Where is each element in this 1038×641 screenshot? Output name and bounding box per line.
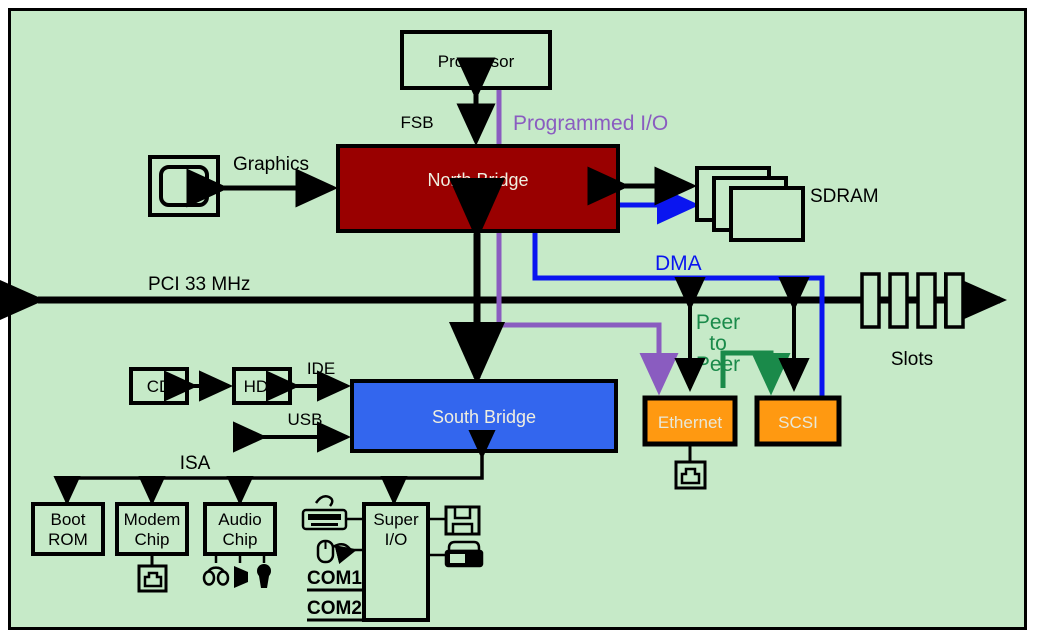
printer-paper bbox=[450, 554, 465, 563]
hdd-label: HDD bbox=[244, 377, 281, 396]
cd-block[interactable]: CD bbox=[129, 367, 189, 405]
isa-label: ISA bbox=[180, 453, 211, 474]
microphone-icon bbox=[257, 564, 271, 588]
mic-head bbox=[257, 564, 271, 578]
modem-chip-block[interactable]: Modem Chip bbox=[115, 502, 189, 556]
diagram-root: PCI 33 MHz Programmed I/O DMA Peer to Pe… bbox=[0, 0, 1038, 641]
fsb-connector: FSB bbox=[400, 57, 496, 146]
mouse-icon bbox=[316, 539, 335, 564]
rj11-jack-icon bbox=[137, 564, 168, 593]
headphones-cup-right bbox=[216, 570, 230, 586]
audio-chip-label-2: Chip bbox=[223, 530, 258, 549]
keyboard-keys bbox=[308, 514, 341, 520]
sdram-module-3[interactable] bbox=[729, 186, 805, 242]
rj45-jack-icon bbox=[674, 460, 707, 490]
audio-chip-block[interactable]: Audio Chip bbox=[203, 502, 277, 556]
ethernet-block[interactable]: Ethernet bbox=[642, 395, 738, 447]
floppy-shutter bbox=[453, 505, 472, 520]
boot-rom-label-2: ROM bbox=[48, 530, 88, 549]
south-bridge-label: South Bridge bbox=[432, 407, 536, 427]
mouse-cable bbox=[332, 543, 358, 564]
modem-chip-label-1: Modem bbox=[124, 510, 181, 529]
keyboard-icon bbox=[301, 495, 348, 531]
monitor-icon[interactable] bbox=[148, 155, 220, 217]
com1-label: COM1 bbox=[307, 568, 362, 589]
slots-group[interactable]: Slots bbox=[860, 272, 965, 370]
slot-4[interactable] bbox=[944, 272, 965, 329]
slot-3[interactable] bbox=[916, 272, 937, 329]
com2-label: COM2 bbox=[307, 598, 362, 619]
graphics-connector: Graphics bbox=[186, 154, 338, 208]
processor-label: Processor bbox=[438, 52, 515, 71]
usb-label: USB bbox=[288, 410, 323, 429]
slot-1[interactable] bbox=[860, 272, 881, 329]
floppy-label-area bbox=[451, 522, 474, 536]
programmed-io-path: Programmed I/O bbox=[496, 84, 679, 396]
cd-label: CD bbox=[147, 377, 172, 396]
ide-label: IDE bbox=[307, 359, 335, 378]
super-io-block[interactable]: Super I/O bbox=[362, 502, 430, 622]
peer-to-peer-label-1: Peer bbox=[696, 311, 740, 334]
graphics-label: Graphics bbox=[233, 154, 309, 175]
processor-block[interactable]: Processor bbox=[400, 30, 552, 90]
isa-bus-line bbox=[67, 429, 496, 480]
slot-2[interactable] bbox=[888, 272, 909, 329]
pci-bus: PCI 33 MHz bbox=[0, 272, 1007, 328]
peer-to-peer-label-3: Peer bbox=[696, 353, 740, 376]
peer-to-peer-label-2: to bbox=[709, 332, 727, 355]
slots-label: Slots bbox=[891, 349, 933, 370]
sdram-block[interactable]: SDRAM bbox=[695, 166, 879, 242]
chipset-diagram: PCI 33 MHz Programmed I/O DMA Peer to Pe… bbox=[0, 30, 1007, 622]
boot-rom-block[interactable]: Boot ROM bbox=[31, 502, 105, 556]
mic-body bbox=[259, 576, 269, 588]
com2-port[interactable]: COM2 bbox=[307, 598, 364, 622]
speaker-icon bbox=[234, 566, 248, 588]
fsb-label: FSB bbox=[400, 113, 433, 132]
ide-connector: IDE bbox=[266, 359, 351, 402]
pci-bus-label: PCI 33 MHz bbox=[148, 274, 250, 295]
super-io-label-2: I/O bbox=[385, 530, 408, 549]
com1-port[interactable]: COM1 bbox=[307, 568, 364, 592]
sdram-label: SDRAM bbox=[810, 186, 879, 207]
north-bridge-block[interactable]: North Bridge bbox=[336, 144, 620, 233]
boot-rom-label-1: Boot bbox=[51, 510, 86, 529]
super-io-label-1: Super bbox=[373, 510, 419, 529]
speaker-cone bbox=[234, 566, 248, 588]
ethernet-label: Ethernet bbox=[658, 413, 723, 432]
usb-connector: USB bbox=[233, 410, 351, 453]
scsi-label: SCSI bbox=[778, 413, 818, 432]
isa-bus: ISA bbox=[53, 429, 496, 506]
keyboard-cable bbox=[314, 495, 334, 507]
printer-icon bbox=[444, 540, 484, 568]
monitor-screen bbox=[159, 165, 209, 207]
headphones-icon bbox=[202, 566, 230, 586]
modem-chip-label-2: Chip bbox=[135, 530, 170, 549]
peer-to-peer-path: Peer to Peer bbox=[696, 311, 791, 396]
programmed-io-label: Programmed I/O bbox=[513, 112, 668, 135]
scsi-block[interactable]: SCSI bbox=[754, 395, 842, 447]
hdd-block[interactable]: HDD bbox=[232, 367, 292, 405]
north-bridge-label: North Bridge bbox=[427, 170, 528, 190]
dma-label: DMA bbox=[655, 252, 702, 275]
audio-chip-label-1: Audio bbox=[218, 510, 261, 529]
floppy-disk-icon bbox=[444, 505, 481, 536]
south-bridge-block[interactable]: South Bridge bbox=[350, 379, 618, 453]
keyboard-spacebar bbox=[311, 523, 338, 526]
headphones-cup-left bbox=[202, 570, 216, 586]
printer-top bbox=[447, 540, 481, 553]
